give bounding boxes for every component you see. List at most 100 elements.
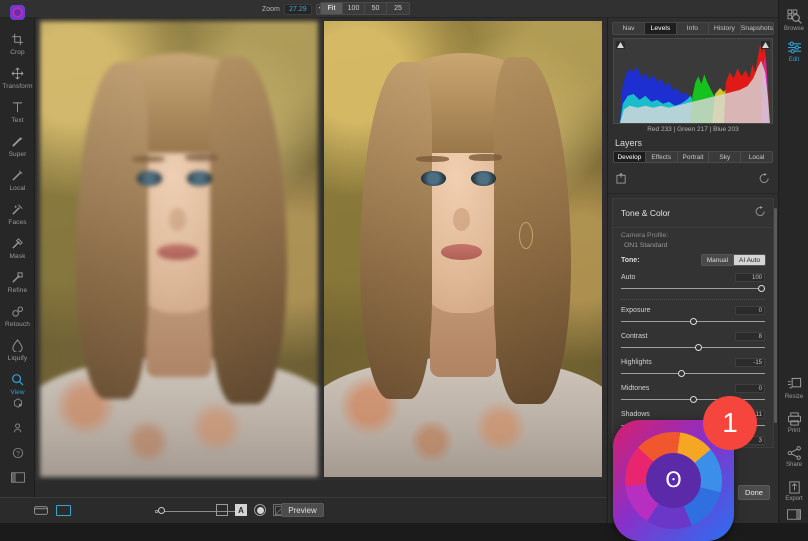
camera-profile-value[interactable]: ON1 Standard: [621, 239, 765, 249]
text-icon: [11, 98, 24, 117]
photo-after[interactable]: [324, 21, 602, 477]
crop-icon: [11, 30, 24, 49]
slider-knob[interactable]: [158, 507, 165, 514]
inspector-tabs: Nav Levels Info History Snapshots: [608, 18, 778, 35]
zoom-preset-50[interactable]: 50: [365, 3, 387, 14]
tool-transform[interactable]: Transform: [0, 64, 35, 100]
slider-value[interactable]: 0: [735, 384, 765, 393]
done-button[interactable]: Done: [738, 485, 770, 500]
slider-knob[interactable]: [758, 285, 765, 292]
top-toolbar: Zoom 27.29 Fit 100 50 25: [0, 0, 808, 18]
compare-view-icon[interactable]: [56, 505, 71, 516]
tool-label: Transform: [2, 83, 33, 90]
subject-earring: [518, 221, 533, 249]
rgb-readout: Red 233 | Green 217 | Blue 203: [647, 126, 739, 133]
tool-label: Liquify: [7, 355, 28, 362]
slider-knob[interactable]: [689, 396, 697, 403]
slider-value[interactable]: 0: [735, 306, 765, 315]
tool-super[interactable]: Super: [0, 132, 35, 168]
tab-info[interactable]: Info: [675, 22, 708, 35]
tab-nav[interactable]: Nav: [612, 22, 644, 35]
tool-refine[interactable]: Refine: [0, 268, 35, 304]
slider-exposure[interactable]: Exposure 0: [613, 302, 773, 328]
notification-badge[interactable]: 1: [703, 396, 757, 450]
tool-text[interactable]: Text: [0, 98, 35, 134]
letter-a-icon[interactable]: A: [235, 504, 247, 516]
tool-faces[interactable]: Faces: [0, 200, 35, 236]
zoom-preset-25[interactable]: 25: [387, 3, 409, 14]
clip-warning-left-icon[interactable]: [616, 41, 625, 49]
subject-brow-left: [415, 155, 450, 162]
zoom-preset-fit[interactable]: Fit: [321, 3, 343, 14]
resize-icon: [787, 376, 802, 393]
tab-history[interactable]: History: [707, 22, 740, 35]
tool-retouch[interactable]: Retouch: [0, 302, 35, 338]
square-outline-icon[interactable]: [216, 504, 228, 516]
slider-value[interactable]: 100: [735, 273, 765, 282]
print-icon: [787, 410, 802, 427]
tab-local[interactable]: Local: [740, 151, 773, 163]
tool-local[interactable]: Local: [0, 166, 35, 202]
slider-value[interactable]: -15: [735, 358, 765, 367]
slider-highlights[interactable]: Highlights -15: [613, 354, 773, 380]
zoom-input[interactable]: 27.29: [283, 3, 312, 15]
tab-effects[interactable]: Effects: [644, 151, 677, 163]
rail-item-browse[interactable]: Browse: [779, 8, 808, 33]
circle-fill-icon[interactable]: [254, 504, 266, 516]
clip-warning-right-icon[interactable]: [761, 41, 770, 49]
image-canvas[interactable]: [35, 18, 607, 480]
module-header[interactable]: Tone & Color: [613, 199, 773, 228]
rail-item-resize[interactable]: Resize: [779, 376, 808, 401]
slider-contrast[interactable]: Contrast 8: [613, 328, 773, 354]
tone-mode-manual[interactable]: Manual: [701, 255, 735, 265]
tool-label: Faces: [8, 219, 27, 226]
tab-levels[interactable]: Levels: [643, 22, 676, 35]
preview-button[interactable]: Preview: [281, 503, 324, 517]
levels-histogram[interactable]: [613, 38, 773, 124]
zoom-preset-100[interactable]: 100: [343, 3, 365, 14]
panel-toggle[interactable]: [779, 506, 808, 523]
help-question-icon[interactable]: ?: [12, 447, 24, 459]
slider-midtones[interactable]: Midtones 0: [613, 380, 773, 406]
photo-before[interactable]: [40, 21, 318, 477]
refine-brush-icon: [11, 268, 24, 287]
module-action-row: [608, 168, 778, 194]
slider-auto[interactable]: Auto 100: [613, 269, 773, 295]
retouch-heal-icon: [11, 302, 24, 321]
slider-knob[interactable]: [677, 370, 685, 377]
rail-item-print[interactable]: Print: [779, 410, 808, 435]
tool-label: View: [10, 389, 25, 396]
slider-label: Contrast: [621, 333, 648, 340]
account-person-icon[interactable]: [12, 422, 24, 434]
tool-label: Refine: [7, 287, 28, 294]
local-brush-icon: [11, 166, 24, 185]
toggle-left-panel-icon[interactable]: [10, 472, 25, 483]
view-magnifier-icon: [11, 370, 24, 389]
rail-item-edit[interactable]: Edit: [779, 39, 808, 64]
panel-scrollbar[interactable]: [774, 208, 777, 423]
reset-arrow-icon[interactable]: [755, 204, 766, 222]
tab-portrait[interactable]: Portrait: [676, 151, 709, 163]
preferences-icon[interactable]: [12, 397, 24, 409]
tool-crop[interactable]: Crop: [0, 30, 35, 66]
tab-snapshots[interactable]: Snapshots: [739, 22, 774, 35]
tab-sky[interactable]: Sky: [708, 151, 741, 163]
tone-mode-ai-auto[interactable]: AI Auto: [734, 255, 765, 265]
rail-item-share[interactable]: Share: [779, 444, 808, 469]
camera-profile-row[interactable]: Camera Profile: ON1 Standard: [613, 228, 773, 250]
right-module-rail: Browse Edit Resize Print Share Export: [778, 0, 808, 523]
add-preset-icon[interactable]: [616, 171, 627, 189]
reset-arrow-icon[interactable]: [759, 171, 770, 189]
on1-logo-icon[interactable]: [10, 5, 25, 20]
left-tool-rail: Crop Transform Text Super Local Faces Ma…: [0, 5, 35, 523]
layers-title: Layers: [615, 138, 643, 148]
tool-mask[interactable]: Mask: [0, 234, 35, 270]
slider-value[interactable]: 8: [735, 332, 765, 341]
rail-item-export[interactable]: Export: [779, 478, 808, 503]
filmstrip-icon[interactable]: [34, 505, 48, 516]
svg-text:?: ?: [16, 451, 20, 458]
slider-knob[interactable]: [689, 318, 697, 325]
tool-liquify[interactable]: Liquify: [0, 336, 35, 372]
slider-knob[interactable]: [695, 344, 703, 351]
tab-develop[interactable]: Develop: [613, 151, 645, 163]
